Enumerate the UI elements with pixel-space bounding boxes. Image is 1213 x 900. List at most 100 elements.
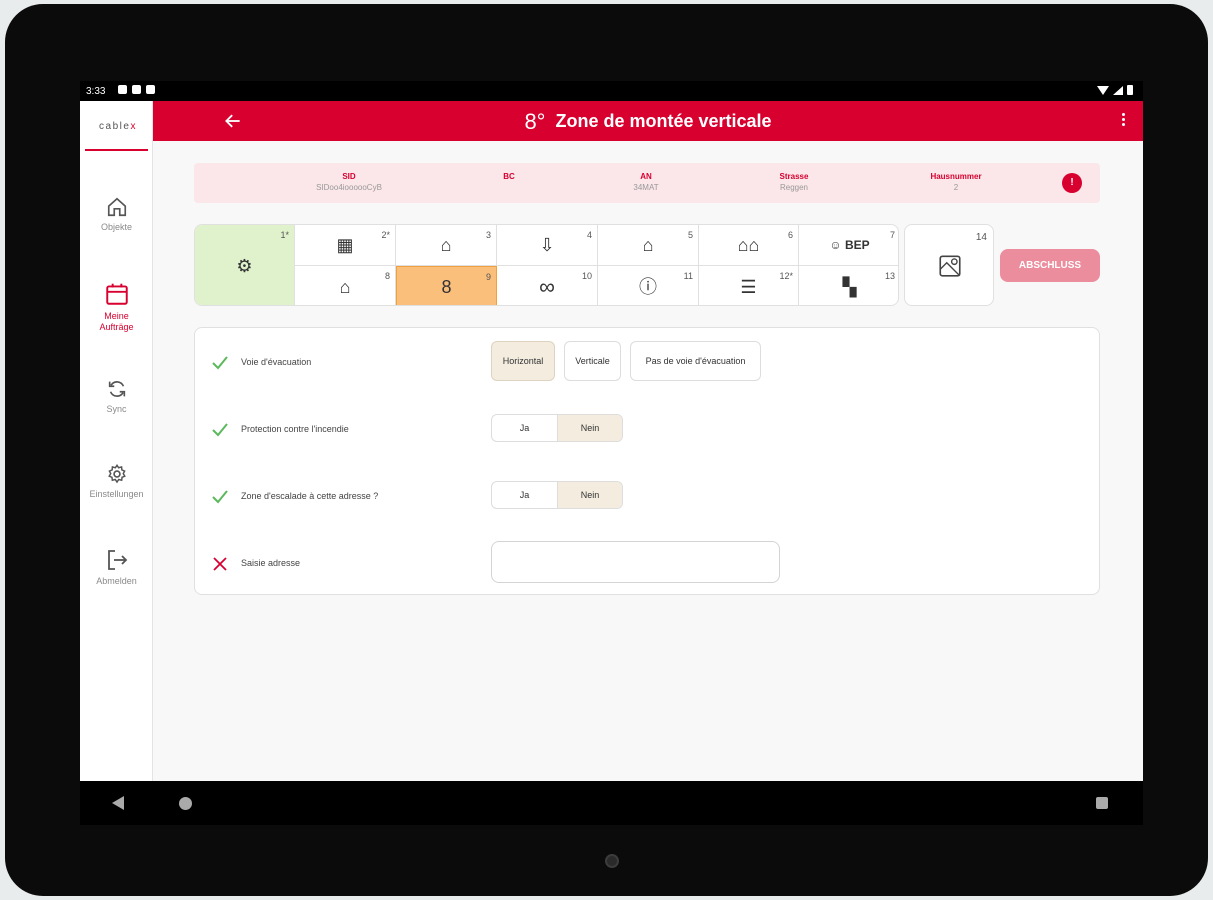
app-header: 8° Zone de montée verticale [153, 101, 1143, 141]
fire-protection-toggle: Ja Nein [491, 414, 623, 442]
step-cell-2[interactable]: 2* ▦ [295, 225, 396, 266]
step-cell-12[interactable]: 12* ☰ [699, 266, 799, 305]
notification-icon [146, 85, 155, 94]
network-icon: ⚙ [236, 255, 253, 276]
signal-icon [1113, 85, 1123, 95]
address-input[interactable] [491, 541, 780, 583]
page-title: Zone de montée verticale [555, 110, 772, 131]
status-time: 3:33 [86, 86, 106, 97]
horizontal-cable-icon: ∞ [539, 273, 555, 299]
person-bep-icon: ☺ BEP [829, 238, 870, 252]
notification-icons [118, 85, 155, 94]
status-bar: 3:33 [80, 81, 1143, 101]
nav-back-icon[interactable] [112, 796, 124, 810]
nav-recents-icon[interactable] [1096, 797, 1108, 809]
step-cell-1[interactable]: 1* ⚙ [195, 225, 295, 305]
sidebar-item-label: Abmelden [96, 576, 137, 586]
vertical-zone-icon: 8° [524, 109, 546, 134]
climb-yes-option[interactable]: Ja [492, 482, 557, 508]
fire-yes-option[interactable]: Ja [492, 415, 557, 441]
nav-home-icon[interactable] [179, 797, 192, 810]
battery-icon [1127, 85, 1133, 95]
house-plug-icon: ⌂ [440, 235, 452, 255]
info-strasse: Strasse Reggen [779, 172, 809, 192]
notification-icon [118, 85, 127, 94]
check-icon [212, 423, 228, 437]
info-an: AN 34MAT [633, 172, 659, 192]
form-card: Voie d'évacuation Horizontal Verticale P… [194, 327, 1100, 595]
step-cell-13[interactable]: 13 ▚ [799, 266, 898, 305]
sync-icon [108, 381, 125, 397]
houses-icon: ⌂⌂ [737, 235, 760, 255]
calendar-icon [105, 283, 128, 305]
logout-icon [107, 550, 127, 570]
object-info-bar: SID SIDoo4ioooooCyB BC AN 34MAT Strasse Reg… [194, 163, 1100, 203]
tablet-frame: 3:33 cablex Objekte Meine Aufträge Sync … [5, 4, 1208, 896]
info-alert-badge[interactable]: ! [1062, 173, 1082, 193]
system-icons [1097, 85, 1133, 95]
info-sid: SID SIDoo4ioooooCyB [316, 172, 382, 192]
info-bc: BC [503, 172, 515, 181]
address-label: Saisie adresse [241, 558, 301, 568]
vertical-cable-icon: 8 [441, 276, 452, 297]
home-icon [107, 197, 126, 217]
evacuation-label: Voie d'évacuation [241, 357, 312, 367]
climb-zone-toggle: Ja Nein [491, 481, 623, 509]
house-info-icon: ⓘ [639, 276, 657, 297]
house-bep-2-icon: ⌂ [339, 276, 351, 297]
gear-icon [107, 463, 126, 484]
step-cell-10[interactable]: 10 ∞ [497, 266, 598, 305]
step-cell-5[interactable]: 5 ⌂ [598, 225, 699, 266]
climb-zone-label: Zone d'escalade à cette adresse ? [241, 491, 379, 501]
option-verticale[interactable]: Verticale [564, 341, 621, 381]
sidebar-item-einstellungen[interactable]: Einstellungen [80, 463, 153, 500]
finish-flag-icon: ▚ [842, 276, 857, 297]
step-cell-7[interactable]: 7 ☺ BEP [799, 225, 898, 266]
check-icon [212, 356, 228, 370]
checklist-icon: ☰ [740, 276, 757, 297]
step-cell-3[interactable]: 3 ⌂ [396, 225, 497, 266]
fire-protection-label: Protection contre l'incendie [241, 424, 349, 434]
app-window: cablex Objekte Meine Aufträge Sync Einst… [80, 101, 1143, 781]
sidebar-item-meine-auftraege[interactable]: Meine Aufträge [80, 281, 153, 333]
fire-no-option[interactable]: Nein [557, 415, 622, 441]
sidebar-item-sync[interactable]: Sync [80, 378, 153, 415]
sidebar-item-abmelden[interactable]: Abmelden [80, 548, 153, 587]
sidebar-item-label: Meine Aufträge [99, 311, 134, 332]
step-cell-9[interactable]: 98 [396, 266, 497, 305]
form-row-fire-protection: Protection contre l'incendie [195, 404, 1101, 454]
info-hausnummer: Hausnummer 2 [930, 172, 982, 192]
step-cell-8[interactable]: 8 ⌂ [295, 266, 396, 305]
sidebar: cablex Objekte Meine Aufträge Sync Einst… [80, 101, 153, 781]
step-cell-14[interactable]: 14 [904, 224, 994, 306]
sidebar-item-objekte[interactable]: Objekte [80, 196, 153, 233]
steps-grid: 1* ⚙ 2* ▦ 3 ⌂ 4 ⇩ 5 ⌂ 6 ⌂⌂ 7 ☺ BEP 8 ⌂ 98 10 ∞ 11… [194, 224, 899, 306]
cross-icon [213, 557, 227, 571]
house-bep-icon: ⌂ [642, 235, 654, 255]
sidebar-item-label: Einstellungen [89, 489, 144, 499]
wifi-icon [1097, 85, 1109, 95]
step-number: 14 [975, 232, 987, 243]
front-camera [605, 854, 619, 868]
location-arrow-icon: ⇩ [539, 235, 555, 255]
check-icon [212, 490, 228, 504]
step-cell-4[interactable]: 4 ⇩ [497, 225, 598, 266]
form-row-climb-zone: Zone d'escalade à cette adresse ? [195, 471, 1101, 521]
system-nav-bar [80, 781, 1143, 825]
option-no-evacuation[interactable]: Pas de voie d'évacuation [630, 341, 761, 381]
step-cell-6[interactable]: 6 ⌂⌂ [699, 225, 799, 266]
device-screen: 3:33 cablex Objekte Meine Aufträge Sync … [80, 81, 1143, 825]
step-cell-11[interactable]: 11 ⓘ [598, 266, 699, 305]
sidebar-item-label: Sync [106, 404, 127, 414]
logo-underline [85, 149, 148, 151]
climb-no-option[interactable]: Nein [557, 482, 622, 508]
notification-icon [132, 85, 141, 94]
finish-button[interactable]: ABSCHLUSS [1000, 249, 1100, 282]
page-title-group: 8° Zone de montée verticale [153, 109, 1143, 135]
sidebar-item-label: Objekte [100, 222, 133, 232]
building-icon: ▦ [336, 235, 354, 255]
more-options-icon[interactable] [1121, 113, 1127, 129]
map-icon [939, 255, 961, 277]
option-horizontal[interactable]: Horizontal [491, 341, 555, 381]
brand-logo: cablex [99, 121, 137, 132]
